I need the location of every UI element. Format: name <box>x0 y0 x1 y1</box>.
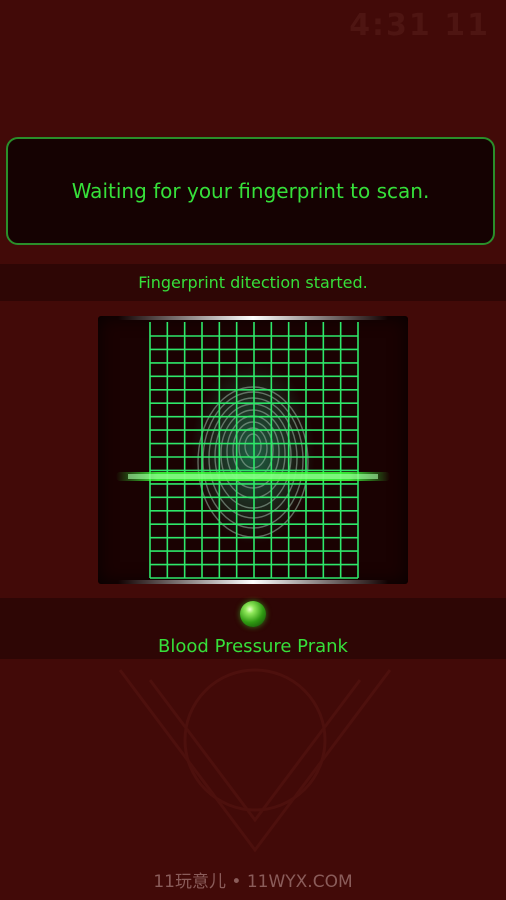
message-box: Waiting for your fingerprint to scan. <box>6 137 495 245</box>
scanner-bottom-rim <box>118 580 388 584</box>
scan-line-core <box>128 474 378 479</box>
green-led-icon <box>240 601 266 627</box>
status-strip: Fingerprint ditection started. <box>0 264 506 301</box>
fingerprint-scanner[interactable] <box>98 316 408 584</box>
scan-grid <box>149 322 359 579</box>
scanner-graphic <box>116 316 390 584</box>
app-title: Blood Pressure Prank <box>158 636 348 657</box>
detection-status-text: Fingerprint ditection started. <box>138 273 368 292</box>
watermark-text: 11玩意儿 • 11WYX.COM <box>153 872 353 892</box>
scanner-top-rim <box>118 316 388 320</box>
watermark-emblem-icon <box>118 668 392 853</box>
status-time: 4:31 11 <box>349 8 490 43</box>
message-text: Waiting for your fingerprint to scan. <box>71 179 430 203</box>
status-bar: 4:31 11 <box>0 0 506 48</box>
fingerprint-icon <box>191 360 315 544</box>
